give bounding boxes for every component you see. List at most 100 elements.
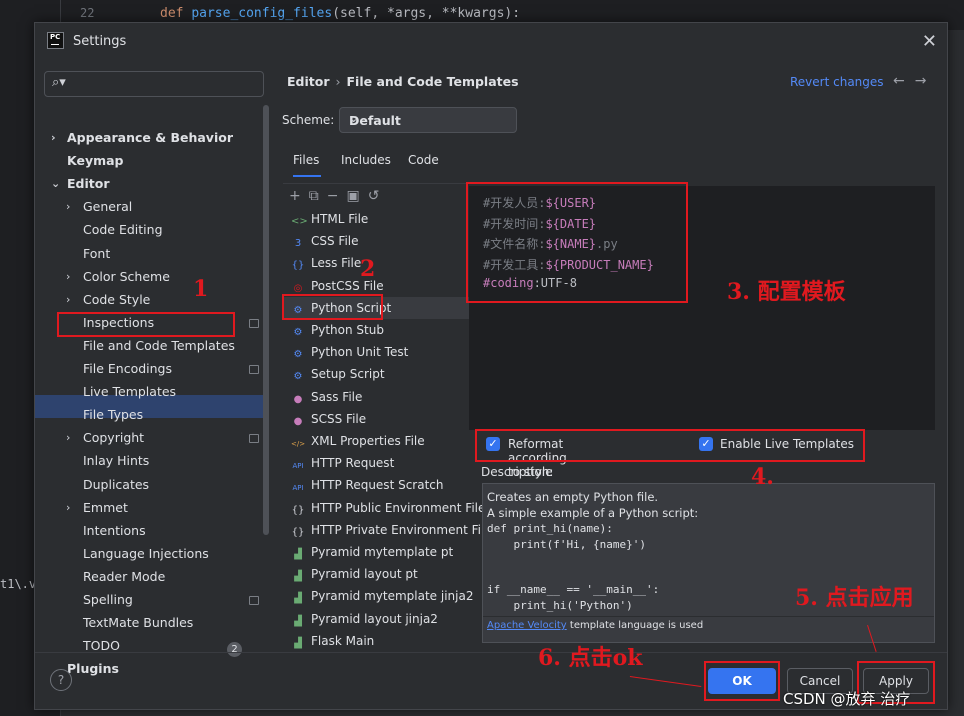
tree-item-appearance-behavior[interactable]: › Appearance & Behavior xyxy=(51,127,233,149)
template-item-pyramid-mytemplate-jinja2[interactable]: ▟ Pyramid mytemplate jinja2 xyxy=(283,585,473,607)
template-item-http-private-environment-file[interactable]: {} HTTP Private Environment File xyxy=(283,519,492,541)
template-item-python-unit-test[interactable]: ⚙ Python Unit Test xyxy=(283,341,469,363)
tree-item-plugins[interactable]: Plugins xyxy=(67,658,119,680)
template-item-label: HTML File xyxy=(311,212,369,226)
template-item-http-public-environment-file[interactable]: {} HTTP Public Environment File xyxy=(283,497,486,519)
tree-item-label: File Types xyxy=(83,407,144,423)
background-side-text: t1\.v xyxy=(0,577,37,591)
back-arrow-icon[interactable]: ← xyxy=(893,73,915,89)
template-item-pyramid-mytemplate-pt[interactable]: ▟ Pyramid mytemplate pt xyxy=(283,541,469,563)
remove-icon[interactable]: − xyxy=(327,188,347,204)
tree-item-spelling[interactable]: Spelling xyxy=(82,589,133,611)
copy-icon[interactable]: ⧉ xyxy=(309,188,327,204)
tree-item-code-style[interactable]: › Code Style xyxy=(66,289,151,311)
background-line-number: 22 xyxy=(80,6,95,20)
code-keyword: def xyxy=(160,6,184,21)
tree-item-language-injections[interactable]: Language Injections xyxy=(82,543,209,565)
annotation-box-python-script xyxy=(282,294,383,320)
template-item-label: HTTP Private Environment File xyxy=(311,522,492,537)
forward-arrow-icon[interactable]: → xyxy=(915,73,937,89)
template-item-less-file[interactable]: {} Less File xyxy=(283,252,469,274)
template-item-sass-file[interactable]: ● Sass File xyxy=(283,386,469,408)
tree-item-file-types[interactable]: File Types xyxy=(82,404,143,426)
template-item-css-file[interactable]: 3 CSS File xyxy=(283,230,469,252)
template-item-label: Pyramid layout pt xyxy=(311,567,418,582)
html-icon: <> xyxy=(291,216,308,227)
description-footer: Apache Velocity template language is use… xyxy=(487,620,703,631)
template-item-html-file[interactable]: <> HTML File xyxy=(283,208,469,230)
braces-icon: {} xyxy=(291,504,305,516)
template-item-label: XML Properties File xyxy=(311,434,425,448)
template-item-scss-file[interactable]: ● SCSS File xyxy=(283,408,469,430)
chevron-right-icon[interactable]: › xyxy=(66,196,70,218)
tree-item-textmate-bundles[interactable]: TextMate Bundles xyxy=(82,612,193,634)
template-item-pyramid-layout-pt[interactable]: ▟ Pyramid layout pt xyxy=(283,563,469,585)
tree-item-todo[interactable]: TODO xyxy=(82,635,120,657)
project-scope-icon xyxy=(249,365,259,374)
scheme-select[interactable]: Default ⌄ xyxy=(339,107,517,133)
tree-item-emmet[interactable]: › Emmet xyxy=(66,497,128,519)
scheme-label: Scheme: xyxy=(282,113,335,127)
chevron-down-icon[interactable]: ⌄ xyxy=(51,173,60,195)
tree-item-code-editing[interactable]: Code Editing xyxy=(82,219,163,241)
tree-item-label: Copyright xyxy=(83,430,145,446)
chevron-right-icon[interactable]: › xyxy=(66,289,70,311)
tab-code[interactable]: Code xyxy=(408,149,439,175)
pyramid-icon: ▟ xyxy=(294,571,302,583)
reset-icon[interactable]: ↺ xyxy=(368,188,388,204)
tree-scrollbar[interactable] xyxy=(263,105,269,535)
settings-search-input[interactable]: ⌕▾ xyxy=(44,71,264,97)
tree-item-label: Code Style xyxy=(83,291,151,307)
tree-item-font[interactable]: Font xyxy=(82,243,110,265)
tree-item-editor[interactable]: ⌄ Editor xyxy=(51,173,110,195)
tab-includes[interactable]: Includes xyxy=(341,149,391,175)
chevron-right-icon[interactable]: › xyxy=(66,266,70,288)
tree-item-duplicates[interactable]: Duplicates xyxy=(82,474,149,496)
chevron-right-icon[interactable]: › xyxy=(51,127,56,149)
dialog-titlebar: PC Settings ✕ xyxy=(35,23,947,61)
tree-item-label: TextMate Bundles xyxy=(83,615,194,631)
tree-item-reader-mode[interactable]: Reader Mode xyxy=(82,566,165,588)
tree-item-intentions[interactable]: Intentions xyxy=(82,520,146,542)
tree-item-label: Spelling xyxy=(83,592,133,607)
add-icon[interactable]: + xyxy=(289,188,309,204)
chevron-right-icon[interactable]: › xyxy=(66,427,70,449)
tree-item-label: Color Scheme xyxy=(83,268,170,284)
tree-item-keymap[interactable]: Keymap xyxy=(67,150,124,172)
help-icon[interactable]: ? xyxy=(50,669,72,691)
template-item-label: Python Unit Test xyxy=(311,345,409,360)
template-item-http-request-scratch[interactable]: API HTTP Request Scratch xyxy=(283,474,469,496)
tree-item-inlay-hints[interactable]: Inlay Hints xyxy=(82,450,149,472)
python-icon: ⚙ xyxy=(293,371,303,383)
tree-item-file-encodings[interactable]: File Encodings xyxy=(82,358,172,380)
tree-item-live-templates[interactable]: Live Templates xyxy=(82,381,176,403)
template-item-setup-script[interactable]: ⚙ Setup Script xyxy=(283,363,469,385)
api-icon: API xyxy=(292,484,304,493)
revert-changes-link[interactable]: Revert changes xyxy=(790,75,884,89)
chevron-right-icon[interactable]: › xyxy=(66,497,70,519)
tree-item-label: Plugins xyxy=(67,661,119,677)
template-item-http-request[interactable]: API HTTP Request xyxy=(283,452,469,474)
pyramid-icon: ▟ xyxy=(294,549,302,560)
tree-item-color-scheme[interactable]: › Color Scheme xyxy=(66,266,170,288)
tree-item-label: Reader Mode xyxy=(83,568,166,584)
tab-files[interactable]: Files xyxy=(293,149,321,177)
close-icon[interactable]: ✕ xyxy=(922,31,937,52)
template-item-xml-properties-file[interactable]: </> XML Properties File xyxy=(283,430,469,452)
tree-item-general[interactable]: › General xyxy=(66,196,132,218)
tree-item-label: Code Editing xyxy=(83,222,163,238)
annotation-box-tree-item xyxy=(57,312,235,337)
template-item-flask-main[interactable]: ▟ Flask Main xyxy=(283,630,469,652)
breadcrumb-parent[interactable]: Editor xyxy=(287,74,330,89)
template-item-label: HTTP Request xyxy=(311,456,395,471)
duplicate-icon[interactable]: ▣ xyxy=(346,188,367,204)
template-item-python-stub[interactable]: ⚙ Python Stub xyxy=(283,319,469,341)
template-item-pyramid-layout-jinja2[interactable]: ▟ Pyramid layout jinja2 xyxy=(283,608,469,630)
sass-icon: ● xyxy=(293,393,303,405)
apache-velocity-link[interactable]: Apache Velocity xyxy=(487,620,567,631)
template-item-label: Pyramid mytemplate pt xyxy=(311,545,454,559)
background-code-line: def parse_config_files(self, *args, **kw… xyxy=(160,6,520,21)
tree-item-file-and-code-templates[interactable]: File and Code Templates xyxy=(82,335,235,357)
tree-item-copyright[interactable]: › Copyright xyxy=(66,427,145,449)
tree-item-label: Keymap xyxy=(67,153,124,169)
